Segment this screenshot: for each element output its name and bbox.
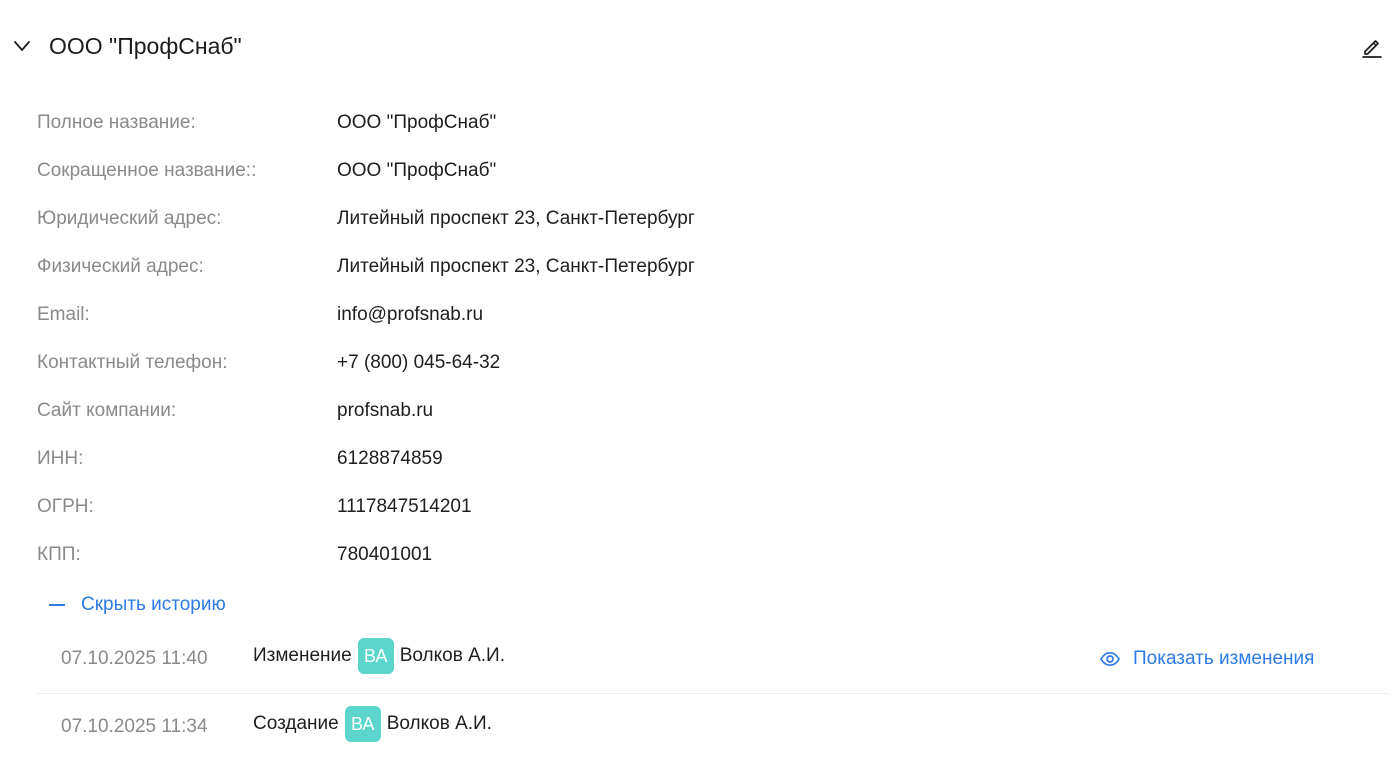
field-value: +7 (800) 045-64-32	[337, 352, 501, 373]
field-website: Сайт компании: profsnab.ru	[37, 388, 1037, 436]
field-value: Литейный проспект 23, Санкт-Петербург	[337, 208, 695, 229]
history-action: Изменение ВА Волков А.И.	[253, 638, 505, 674]
field-value: info@profsnab.ru	[337, 304, 484, 325]
field-value: 1117847514201	[337, 496, 472, 517]
hide-history-button[interactable]: Скрыть историю	[49, 591, 226, 619]
company-details: Полное название: ООО "ПрофСнаб" Сокращен…	[37, 100, 1037, 580]
field-inn: ИНН: 6128874859	[37, 436, 1037, 484]
history-user: Волков А.И.	[399, 645, 505, 666]
eye-icon	[1100, 651, 1120, 667]
show-changes-label: Показать изменения	[1133, 648, 1315, 669]
field-value: ООО "ПрофСнаб"	[337, 112, 497, 133]
field-value: profsnab.ru	[337, 400, 434, 421]
field-label: ИНН:	[37, 448, 84, 469]
field-email: Email: info@profsnab.ru	[37, 292, 1037, 340]
field-label: Физический адрес:	[37, 256, 204, 277]
history-entry: 07.10.2025 11:34 Создание ВА Волков А.И.	[37, 694, 1390, 762]
field-label: Юридический адрес:	[37, 208, 222, 229]
field-legal-address: Юридический адрес: Литейный проспект 23,…	[37, 196, 1037, 244]
history-entry: 07.10.2025 11:40 Изменение ВА Волков А.И…	[37, 625, 1390, 694]
pencil-icon[interactable]	[1359, 33, 1385, 59]
field-label: КПП:	[37, 544, 81, 565]
history-user: Волков А.И.	[386, 713, 492, 734]
field-label: Контактный телефон:	[37, 352, 228, 373]
field-ogrn: ОГРН: 1117847514201	[37, 484, 1037, 532]
history-action-label: Создание	[253, 713, 339, 734]
field-short-name: Сокращенное название:: ООО "ПрофСнаб"	[37, 148, 1037, 196]
hide-history-label: Скрыть историю	[81, 594, 226, 615]
chevron-down-icon[interactable]	[11, 35, 33, 57]
field-value: ООО "ПрофСнаб"	[337, 160, 497, 181]
field-label: Email:	[37, 304, 90, 325]
company-title: ООО "ПрофСнаб"	[49, 33, 242, 59]
field-value: Литейный проспект 23, Санкт-Петербург	[337, 256, 695, 277]
company-card-header: ООО "ПрофСнаб"	[0, 0, 1400, 92]
field-label: Полное название:	[37, 112, 196, 133]
minus-icon	[49, 604, 65, 606]
history-date: 07.10.2025 11:34	[61, 716, 208, 737]
history-date: 07.10.2025 11:40	[61, 648, 208, 669]
history-action-label: Изменение	[253, 645, 352, 666]
field-phone: Контактный телефон: +7 (800) 045-64-32	[37, 340, 1037, 388]
field-value: 780401001	[337, 544, 433, 565]
history-list: 07.10.2025 11:40 Изменение ВА Волков А.И…	[37, 625, 1390, 762]
avatar: ВА	[357, 638, 394, 674]
field-full-name: Полное название: ООО "ПрофСнаб"	[37, 100, 1037, 148]
field-value: 6128874859	[337, 448, 443, 469]
field-label: Сокращенное название::	[37, 160, 257, 181]
show-changes-button[interactable]: Показать изменения	[1099, 646, 1314, 672]
field-label: Сайт компании:	[37, 400, 177, 421]
avatar: ВА	[344, 706, 381, 742]
field-label: ОГРН:	[37, 496, 94, 517]
history-action: Создание ВА Волков А.И.	[253, 706, 492, 742]
field-kpp: КПП: 780401001	[37, 532, 1037, 580]
field-physical-address: Физический адрес: Литейный проспект 23, …	[37, 244, 1037, 292]
